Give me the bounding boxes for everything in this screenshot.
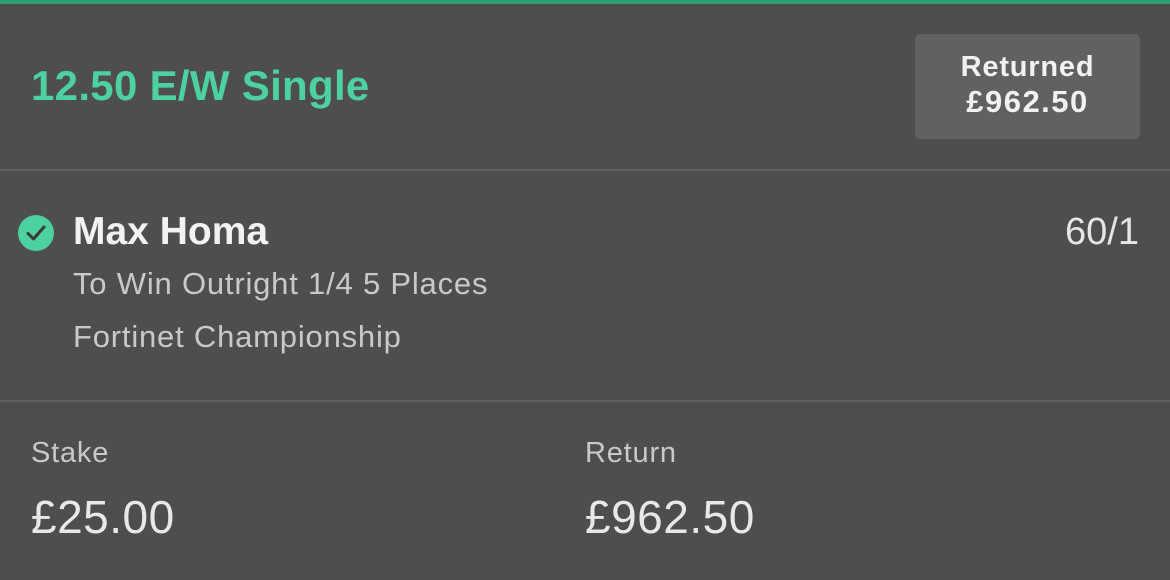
stake-label: Stake (31, 437, 110, 469)
selection-odds: 60/1 (1065, 211, 1139, 253)
selection-event: Fortinet Championship (73, 319, 402, 354)
selection-market: To Win Outright 1/4 5 Places (73, 266, 489, 301)
check-circle-icon (18, 215, 54, 251)
bet-card: 12.50 E/W Single Returned £962.50 Max Ho… (0, 0, 1170, 580)
stake-value: £25.00 (31, 491, 175, 543)
returned-status-badge: Returned £962.50 (915, 34, 1140, 139)
selection-row: Max Homa 60/1 To Win Outright 1/4 5 Plac… (0, 171, 1170, 400)
returned-amount: £962.50 (966, 84, 1089, 119)
bet-header: 12.50 E/W Single Returned £962.50 (0, 4, 1170, 170)
bet-title: 12.50 E/W Single (31, 62, 370, 109)
return-value: £962.50 (585, 491, 755, 543)
returned-label: Returned (960, 51, 1095, 83)
selection-name: Max Homa (73, 210, 269, 253)
return-label: Return (585, 437, 677, 469)
bet-summary: Stake £25.00 Return £962.50 (0, 402, 1170, 580)
